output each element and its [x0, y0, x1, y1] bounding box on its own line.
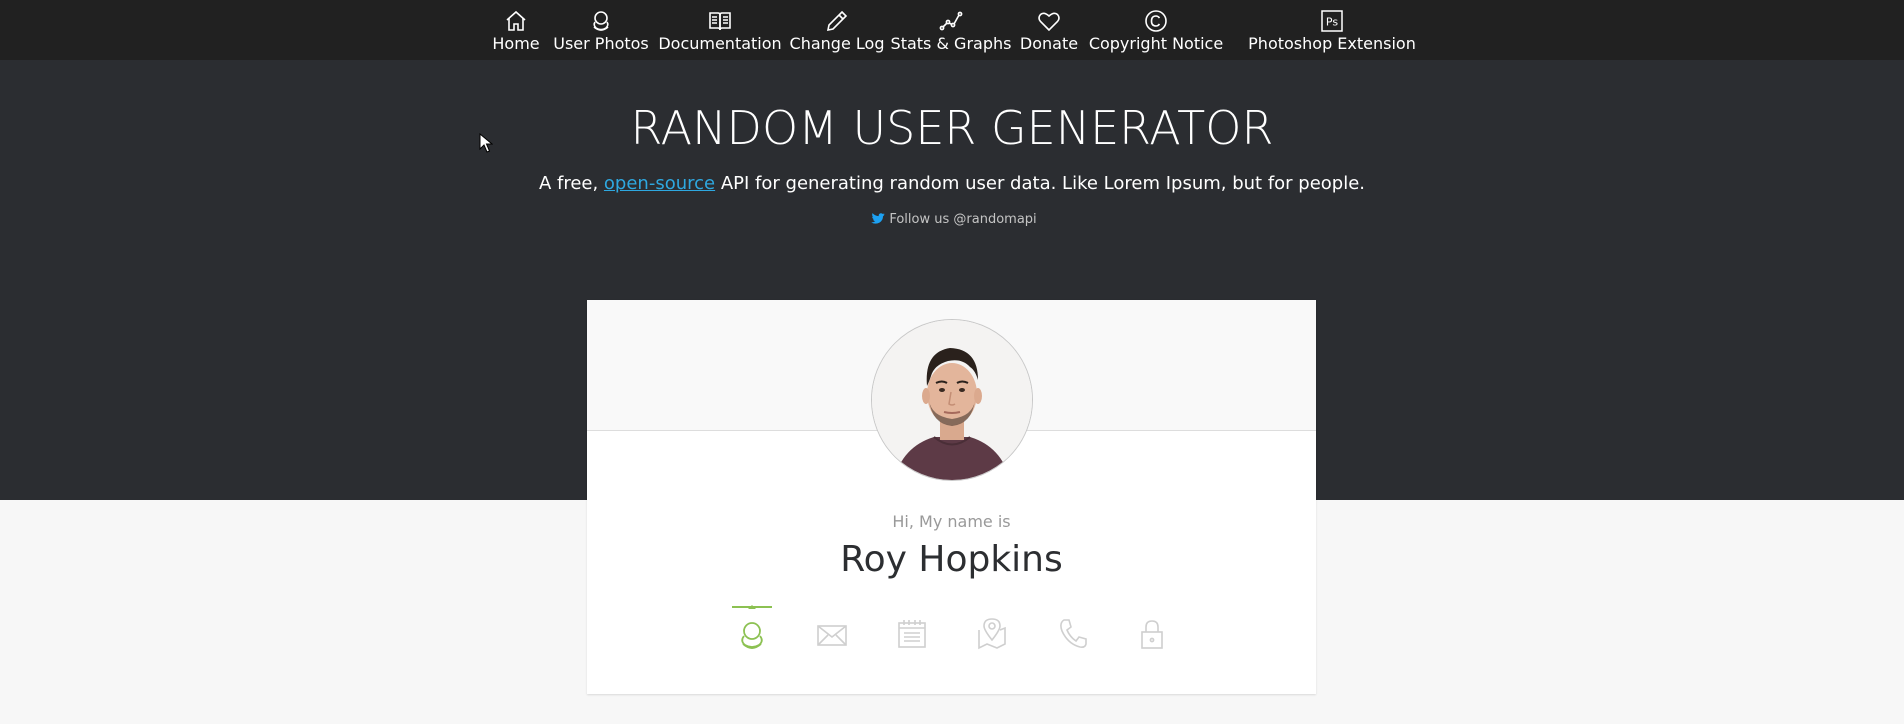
- tab-name[interactable]: [731, 605, 773, 650]
- book-icon: [709, 12, 731, 31]
- mouse-cursor-icon: [479, 133, 493, 153]
- tagline: A free, open-source API for generating r…: [0, 172, 1904, 196]
- map-icon: [978, 618, 1006, 650]
- heart-icon: [1038, 12, 1060, 32]
- phone-icon: [1060, 619, 1087, 648]
- follow-text: Follow us @randomapi: [889, 212, 1037, 227]
- calendar-icon: [898, 620, 926, 648]
- user-card: Hi, My name is Roy Hopkins: [587, 300, 1316, 694]
- tab-location[interactable]: [971, 606, 1013, 650]
- lock-icon: [1141, 620, 1163, 649]
- nav-donate-label: Donate: [1019, 34, 1079, 53]
- nav-photoshop-extension[interactable]: Ps Photoshop Extension: [1248, 9, 1416, 55]
- user-photos-icon: [593, 11, 609, 31]
- nav-documentation[interactable]: Documentation: [658, 9, 782, 55]
- nav-documentation-label: Documentation: [658, 34, 782, 53]
- open-source-link[interactable]: open-source: [604, 173, 715, 194]
- tab-phone[interactable]: [1051, 606, 1093, 650]
- nav-home-label: Home: [492, 34, 540, 53]
- copyright-icon: [1145, 10, 1167, 32]
- user-icon: [741, 622, 763, 649]
- stats-icon: [939, 11, 963, 31]
- email-icon: [817, 625, 847, 646]
- tagline-suffix: API for generating random user data. Lik…: [715, 173, 1366, 194]
- nav-stats-graphs[interactable]: Stats & Graphs: [891, 9, 1011, 55]
- svg-text:Ps: Ps: [1326, 16, 1338, 29]
- tab-email[interactable]: [811, 606, 853, 650]
- nav-copyright-notice-label: Copyright Notice: [1088, 34, 1224, 53]
- nav-donate[interactable]: Donate: [1019, 9, 1079, 55]
- nav-change-log[interactable]: Change Log: [790, 9, 884, 55]
- nav-photoshop-extension-label: Photoshop Extension: [1248, 34, 1416, 53]
- page-title: RANDOM USER GENERATOR: [630, 101, 1274, 155]
- nav-copyright-notice[interactable]: Copyright Notice: [1089, 9, 1223, 55]
- nav-home[interactable]: Home: [492, 9, 540, 55]
- greeting-text: Hi, My name is: [892, 512, 1011, 531]
- nav-change-log-label: Change Log: [789, 34, 885, 53]
- user-name: Roy Hopkins: [840, 539, 1063, 580]
- tab-password[interactable]: [1131, 606, 1173, 650]
- photoshop-icon: Ps: [1321, 10, 1343, 32]
- nav-stats-graphs-label: Stats & Graphs: [890, 34, 1012, 53]
- nav-user-photos[interactable]: User Photos: [553, 9, 649, 55]
- twitter-icon: [871, 213, 886, 224]
- tagline-prefix: A free,: [538, 173, 604, 194]
- nav-user-photos-label: User Photos: [553, 34, 649, 53]
- tab-birthday[interactable]: [891, 606, 933, 650]
- top-navigation: Home User Photos Documentation Change Lo…: [0, 0, 1904, 60]
- avatar-photo: [872, 320, 1032, 480]
- pencil-icon: [826, 10, 848, 32]
- user-avatar: [871, 319, 1033, 481]
- home-icon: [506, 10, 526, 31]
- twitter-follow-link[interactable]: Follow us @randomapi: [0, 211, 1904, 229]
